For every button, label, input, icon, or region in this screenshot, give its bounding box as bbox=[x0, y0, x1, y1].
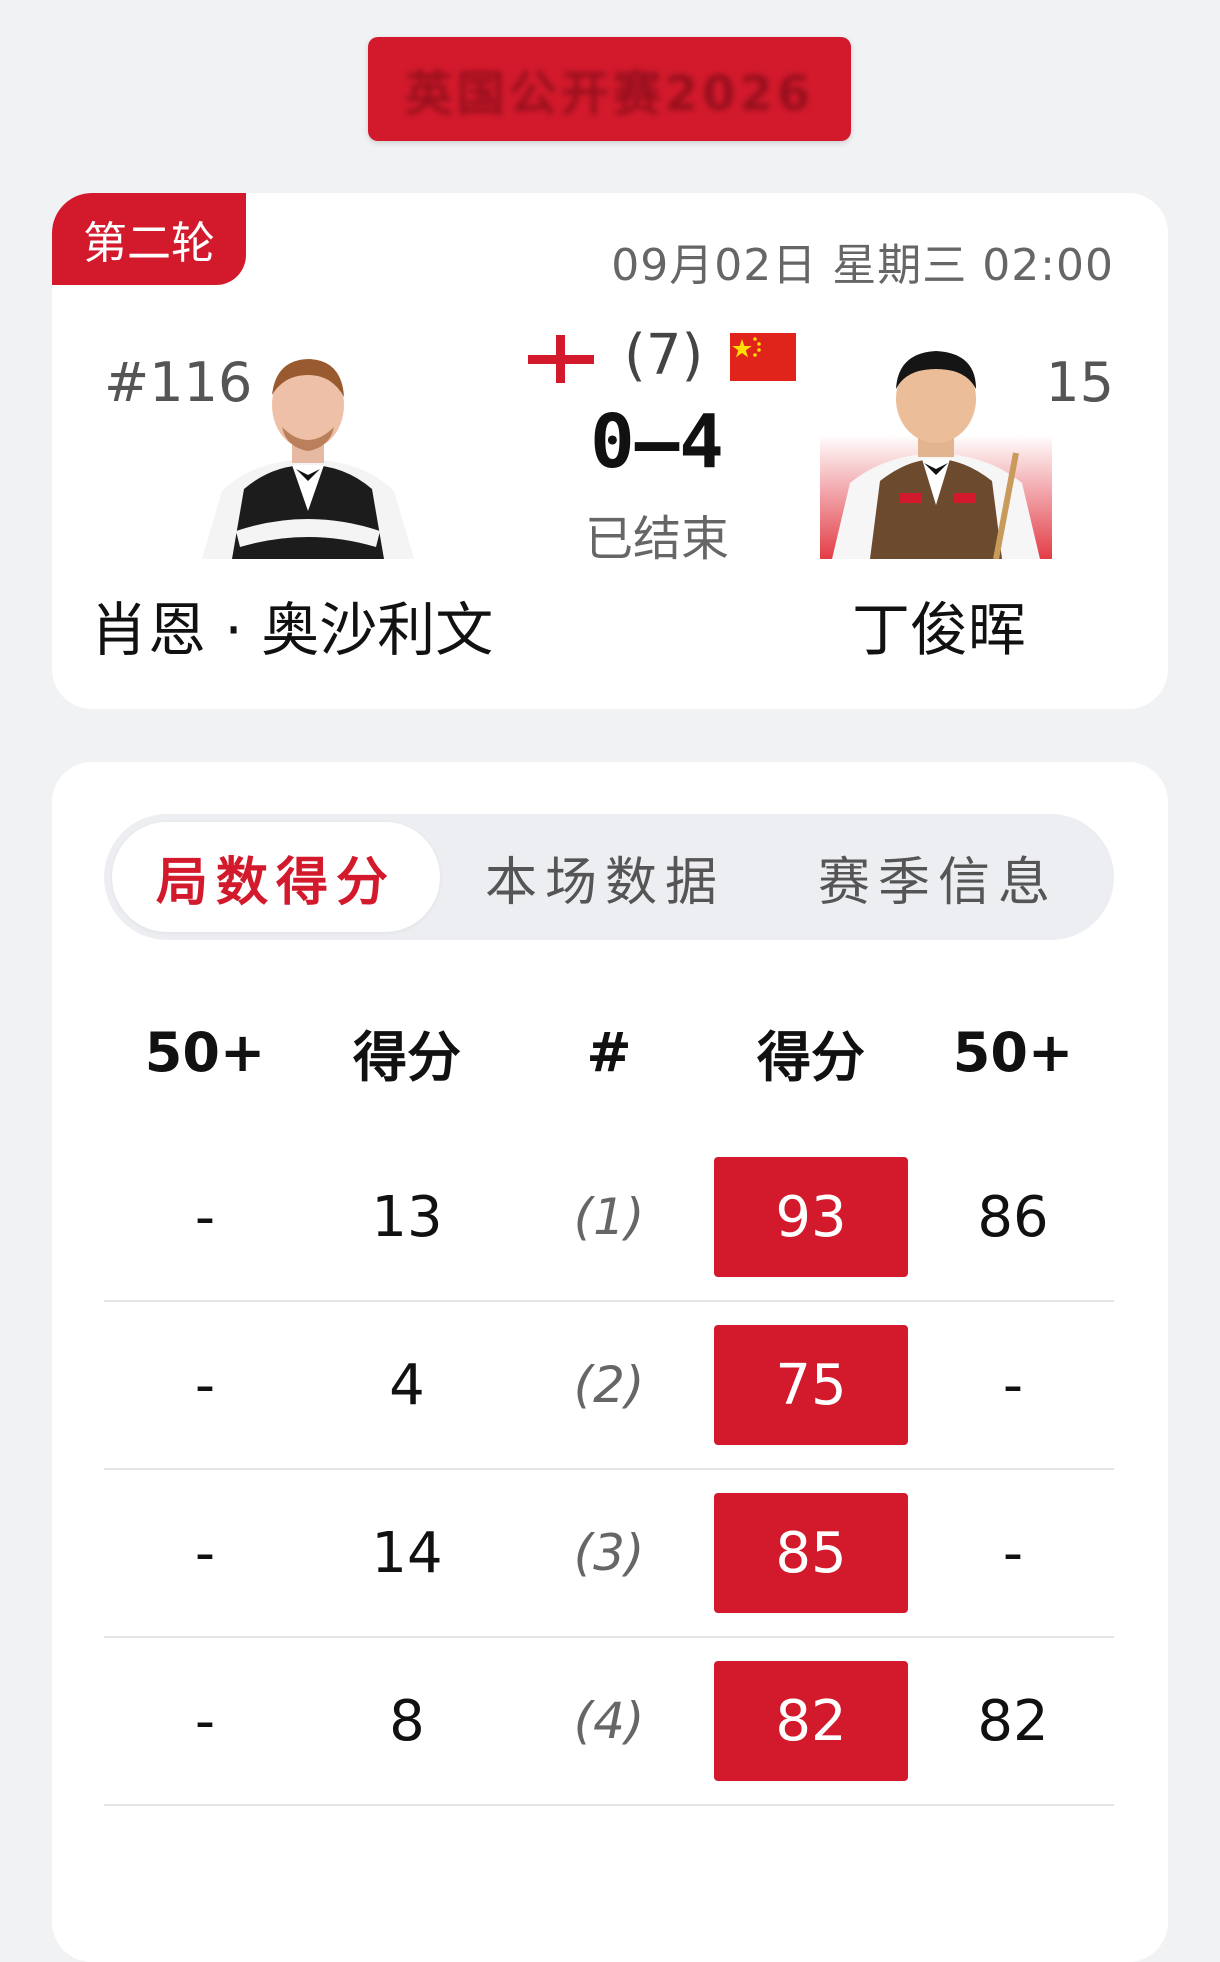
left-player-avatar[interactable] bbox=[192, 341, 424, 559]
tournament-banner: 英国公开赛2026 bbox=[368, 37, 851, 141]
right-player-avatar[interactable] bbox=[820, 333, 1052, 559]
left-score: 4 bbox=[389, 1352, 425, 1418]
tab-frame-scores[interactable]: 局数得分 bbox=[112, 822, 440, 932]
frame-number: (1) bbox=[573, 1188, 645, 1246]
left-50plus: - bbox=[194, 1352, 216, 1418]
right-score-winner: 82 bbox=[714, 1661, 908, 1781]
header-left-50plus: 50+ bbox=[144, 1020, 266, 1084]
frame-number: (3) bbox=[573, 1524, 645, 1582]
left-player-name[interactable]: 肖恩 · 奥沙利文 bbox=[90, 583, 493, 667]
table-row: - 13 (1) 93 86 bbox=[104, 1134, 1114, 1302]
frames-best-of: (7) bbox=[624, 323, 704, 388]
header-right-score: 得分 bbox=[757, 1025, 865, 1089]
match-datetime: 09月02日 星期三 02:00 bbox=[611, 240, 1114, 291]
round-badge: 第二轮 bbox=[52, 193, 246, 285]
tournament-title: 英国公开赛2026 bbox=[404, 66, 815, 122]
header-frame-number: # bbox=[586, 1020, 632, 1084]
china-flag-icon bbox=[730, 333, 796, 381]
match-status: 已结束 bbox=[584, 511, 729, 567]
tab-season-info[interactable]: 赛季信息 bbox=[770, 822, 1106, 932]
score-panel: (7) 0–4 已结束 bbox=[452, 323, 862, 569]
stats-card: 局数得分 本场数据 赛季信息 50+ 得分 # 得分 50+ - 13 (1) … bbox=[52, 762, 1168, 1962]
left-score: 13 bbox=[371, 1184, 443, 1250]
header-left-score: 得分 bbox=[353, 1025, 461, 1089]
right-50plus: 82 bbox=[977, 1688, 1049, 1754]
match-card: 第二轮 09月02日 星期三 02:00 #116 肖恩 · 奥沙利文 (7) bbox=[52, 193, 1168, 709]
left-50plus: - bbox=[194, 1688, 216, 1754]
right-50plus: - bbox=[1002, 1352, 1024, 1418]
right-score-winner: 75 bbox=[714, 1325, 908, 1445]
tab-bar: 局数得分 本场数据 赛季信息 bbox=[104, 814, 1114, 940]
right-50plus: 86 bbox=[977, 1184, 1049, 1250]
right-score-winner: 93 bbox=[714, 1157, 908, 1277]
frame-number: (4) bbox=[573, 1692, 645, 1750]
table-row: - 4 (2) 75 - bbox=[104, 1302, 1114, 1470]
right-player-name[interactable]: 丁俊晖 bbox=[852, 583, 1026, 667]
left-50plus: - bbox=[194, 1520, 216, 1586]
england-flag-icon bbox=[528, 335, 594, 383]
tab-match-stats[interactable]: 本场数据 bbox=[440, 822, 770, 932]
header-right-50plus: 50+ bbox=[952, 1020, 1074, 1084]
left-score: 14 bbox=[371, 1520, 443, 1586]
table-row: - 14 (3) 85 - bbox=[104, 1470, 1114, 1638]
match-score: 0–4 bbox=[590, 399, 724, 485]
left-score: 8 bbox=[389, 1688, 425, 1754]
right-score-winner: 85 bbox=[714, 1493, 908, 1613]
frame-number: (2) bbox=[573, 1356, 645, 1414]
right-50plus: - bbox=[1002, 1520, 1024, 1586]
left-50plus: - bbox=[194, 1184, 216, 1250]
table-header: 50+ 得分 # 得分 50+ bbox=[104, 1002, 1114, 1102]
table-row: - 8 (4) 82 82 bbox=[104, 1638, 1114, 1806]
